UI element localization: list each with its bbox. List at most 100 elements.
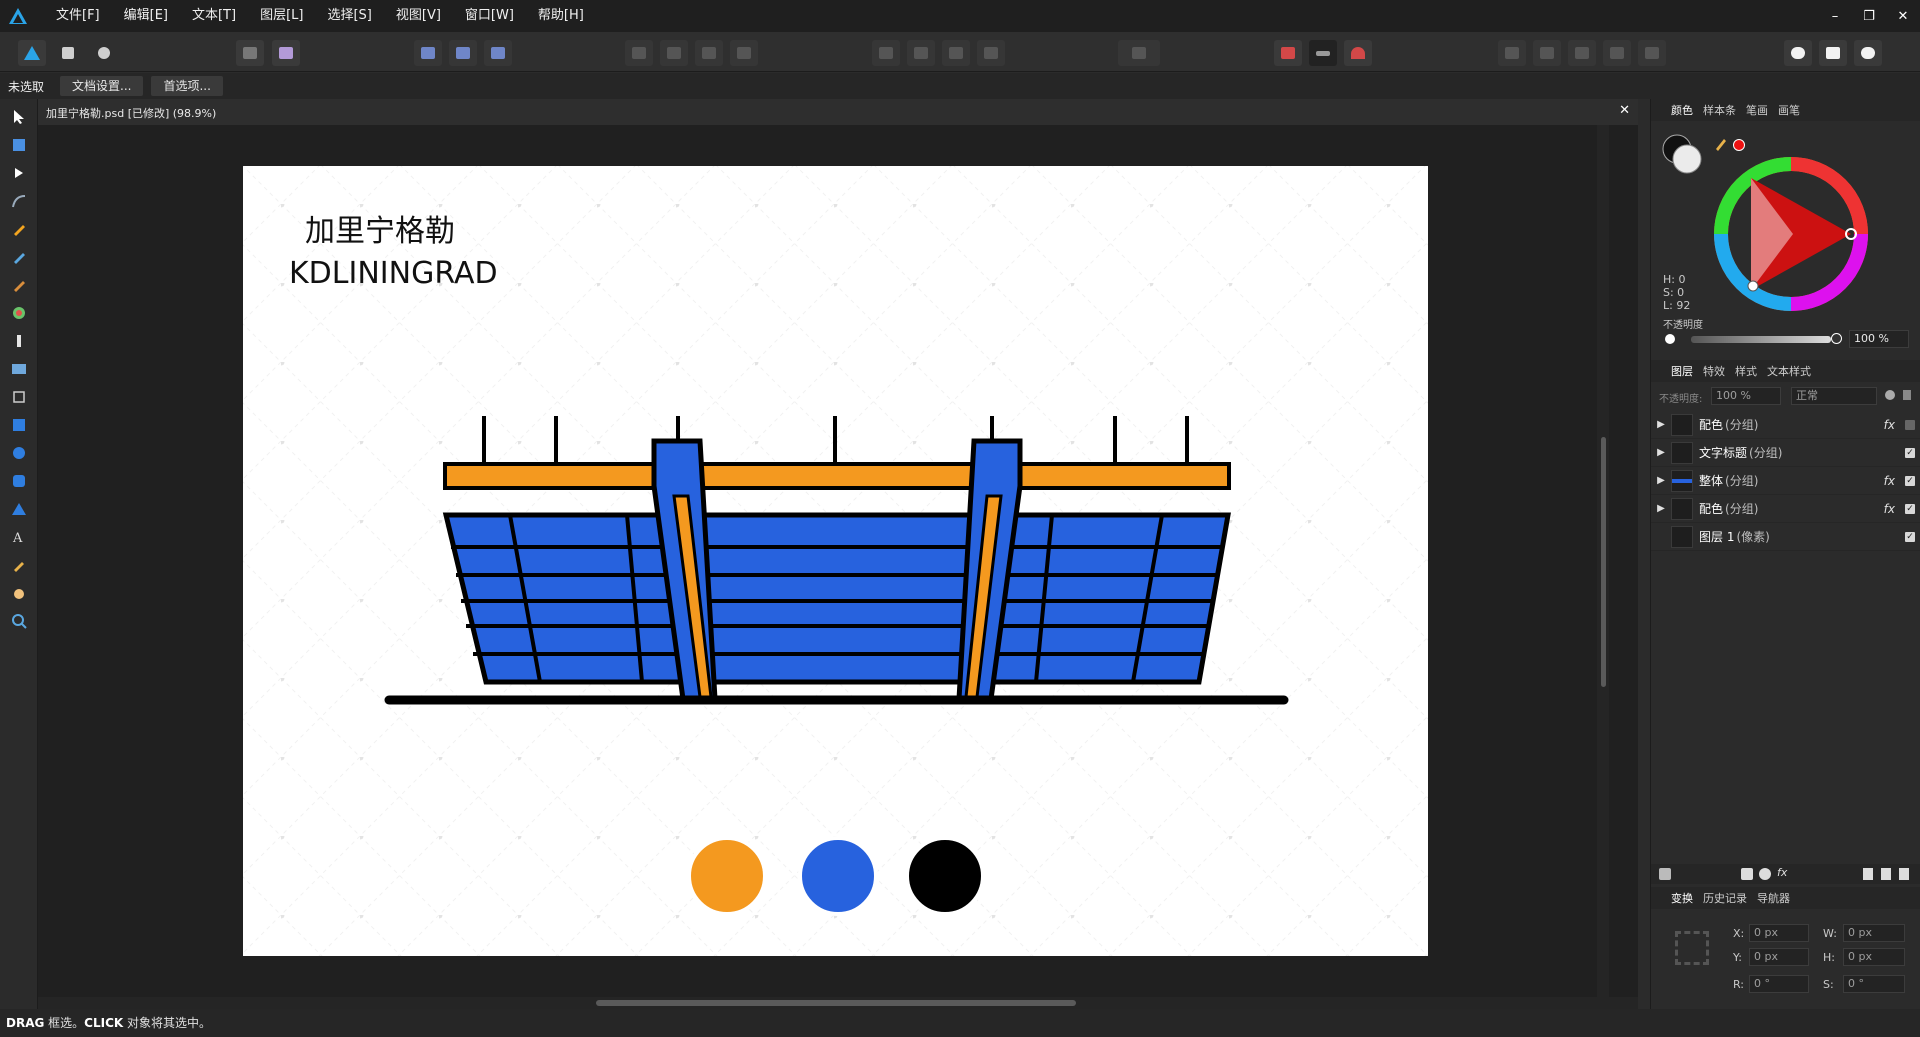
layer-row[interactable]: ▶ 配色 (分组) fx [1651, 411, 1920, 439]
arrange-front-icon[interactable] [625, 40, 653, 66]
preferences-button[interactable]: 首选项... [151, 76, 223, 96]
tab-navigator[interactable]: 导航器 [1757, 890, 1790, 906]
boolean-add-icon[interactable] [1498, 40, 1526, 66]
expand-arrow-icon[interactable]: ▶ [1651, 475, 1671, 486]
adjustment-layer-icon[interactable] [1759, 868, 1771, 880]
triangle-tool-icon[interactable] [9, 499, 29, 519]
visibility-checkbox[interactable]: ✓ [1905, 503, 1915, 514]
ellipse-tool-icon[interactable] [9, 443, 29, 463]
rotate-right-icon[interactable] [977, 40, 1005, 66]
zoom-tool-icon[interactable] [9, 611, 29, 631]
new-group-icon[interactable] [1881, 868, 1891, 880]
color-wheel[interactable] [1713, 156, 1869, 312]
artboard-tool-icon[interactable] [9, 387, 29, 407]
y-input[interactable]: 0 px [1749, 948, 1809, 966]
expand-arrow-icon[interactable]: ▶ [1651, 419, 1671, 430]
shear-input[interactable]: 0 ° [1843, 975, 1905, 993]
menu-view[interactable]: 视图[V] [384, 0, 453, 32]
tab-swatches[interactable]: 样本条 [1703, 102, 1736, 118]
new-layer-icon[interactable] [1863, 868, 1873, 880]
lock-icon[interactable] [1903, 390, 1911, 400]
x-input[interactable]: 0 px [1749, 924, 1809, 942]
deselect-icon[interactable] [449, 40, 477, 66]
node-tool-icon[interactable] [9, 163, 29, 183]
hand-tool-icon[interactable] [9, 583, 29, 603]
assistant-icon[interactable] [1784, 40, 1812, 66]
close-document-icon[interactable]: ✕ [1619, 103, 1630, 118]
arrange-back-icon[interactable] [730, 40, 758, 66]
blend-mode-select[interactable]: 正常 [1791, 387, 1877, 405]
tab-styles[interactable]: 样式 [1735, 363, 1757, 379]
layer-fx-icon[interactable]: fx [1777, 866, 1787, 879]
transparency-tool-icon[interactable] [9, 331, 29, 351]
boolean-subtract-icon[interactable] [1533, 40, 1561, 66]
eyedropper-icon[interactable] [1715, 137, 1727, 151]
canvas[interactable]: 加里宁格勒 KDLININGRAD [243, 166, 1428, 956]
horizontal-scrollbar[interactable] [38, 997, 1638, 1009]
menu-window[interactable]: 窗口[W] [453, 0, 526, 32]
invert-selection-icon[interactable] [484, 40, 512, 66]
flip-horizontal-icon[interactable] [872, 40, 900, 66]
layer-row[interactable]: 图层 1 (像素) ✓ [1651, 523, 1920, 551]
rounded-rectangle-tool-icon[interactable] [9, 471, 29, 491]
menu-edit[interactable]: 编辑[E] [112, 0, 180, 32]
place-image-icon[interactable] [9, 359, 29, 379]
restore-icon[interactable]: ❐ [1852, 0, 1886, 32]
text-tool-icon[interactable]: A [9, 527, 29, 547]
rotate-left-icon[interactable] [942, 40, 970, 66]
menu-layer[interactable]: 图层[L] [248, 0, 315, 32]
pencil-tool-icon[interactable] [9, 247, 29, 267]
tab-transform[interactable]: 变换 [1671, 890, 1693, 906]
pen-tool-icon[interactable] [9, 219, 29, 239]
fill-stroke-swatch-icon[interactable] [1661, 133, 1705, 177]
visibility-checkbox[interactable]: ✓ [1905, 531, 1915, 542]
tab-layers[interactable]: 图层 [1671, 363, 1693, 379]
layer-row[interactable]: ▶ 整体 (分组) fx ✓ [1651, 467, 1920, 495]
tab-effects[interactable]: 特效 [1703, 363, 1725, 379]
hex-tool-icon[interactable] [236, 40, 264, 66]
minimize-icon[interactable]: – [1818, 0, 1852, 32]
menu-select[interactable]: 选择[S] [315, 0, 383, 32]
visibility-checkbox[interactable]: ✓ [1905, 447, 1915, 458]
w-input[interactable]: 0 px [1843, 924, 1905, 942]
fx-icon[interactable]: fx [1884, 502, 1895, 516]
menu-text[interactable]: 文本[T] [180, 0, 248, 32]
fill-tool-icon[interactable] [9, 303, 29, 323]
boolean-intersect-icon[interactable] [1568, 40, 1596, 66]
tab-text-styles[interactable]: 文本样式 [1767, 363, 1811, 379]
opacity-slider-handle-icon[interactable] [1831, 333, 1842, 344]
menu-file[interactable]: 文件[F] [44, 0, 112, 32]
arrange-forward-icon[interactable] [660, 40, 688, 66]
layer-opacity-input[interactable]: 100 % [1711, 387, 1781, 405]
layer-row[interactable]: ▶ 文字标题 (分组) ✓ [1651, 439, 1920, 467]
tab-history[interactable]: 历史记录 [1703, 890, 1747, 906]
document-tab[interactable]: 加里宁格勒.psd [已修改] (98.9%) ✕ [38, 99, 1638, 125]
fx-icon[interactable]: fx [1884, 474, 1895, 488]
crop-tool-icon[interactable] [9, 135, 29, 155]
tab-stroke[interactable]: 笔画 [1746, 102, 1768, 118]
tab-brushes[interactable]: 画笔 [1778, 102, 1800, 118]
snapping-options-icon[interactable] [1309, 40, 1337, 66]
layer-row[interactable]: ▶ 配色 (分组) fx ✓ [1651, 495, 1920, 523]
curve-tool-icon[interactable] [9, 191, 29, 211]
snapping-magnet-icon[interactable] [1344, 40, 1372, 66]
photo-persona-icon[interactable] [18, 40, 46, 66]
close-icon[interactable]: ✕ [1886, 0, 1920, 32]
document-setup-button[interactable]: 文档设置... [60, 76, 144, 96]
boolean-xor-icon[interactable] [1603, 40, 1631, 66]
visibility-checkbox[interactable]: ✓ [1905, 475, 1915, 486]
vertical-scrollbar[interactable] [1597, 125, 1609, 997]
affinity-photo-logo-icon[interactable] [0, 0, 36, 32]
boolean-divide-icon[interactable] [1638, 40, 1666, 66]
menu-help[interactable]: 帮助[H] [526, 0, 596, 32]
rotation-input[interactable]: 0 ° [1749, 975, 1809, 993]
studio-icon[interactable] [1819, 40, 1847, 66]
export-persona-icon[interactable] [90, 40, 118, 66]
visibility-checkbox[interactable] [1905, 419, 1915, 430]
align-dropdown-icon[interactable] [1118, 40, 1160, 66]
anchor-selector-icon[interactable] [1675, 931, 1709, 965]
h-input[interactable]: 0 px [1843, 948, 1905, 966]
layer-settings-icon[interactable] [1885, 390, 1895, 400]
fx-icon[interactable]: fx [1884, 418, 1895, 432]
arrange-backward-icon[interactable] [695, 40, 723, 66]
